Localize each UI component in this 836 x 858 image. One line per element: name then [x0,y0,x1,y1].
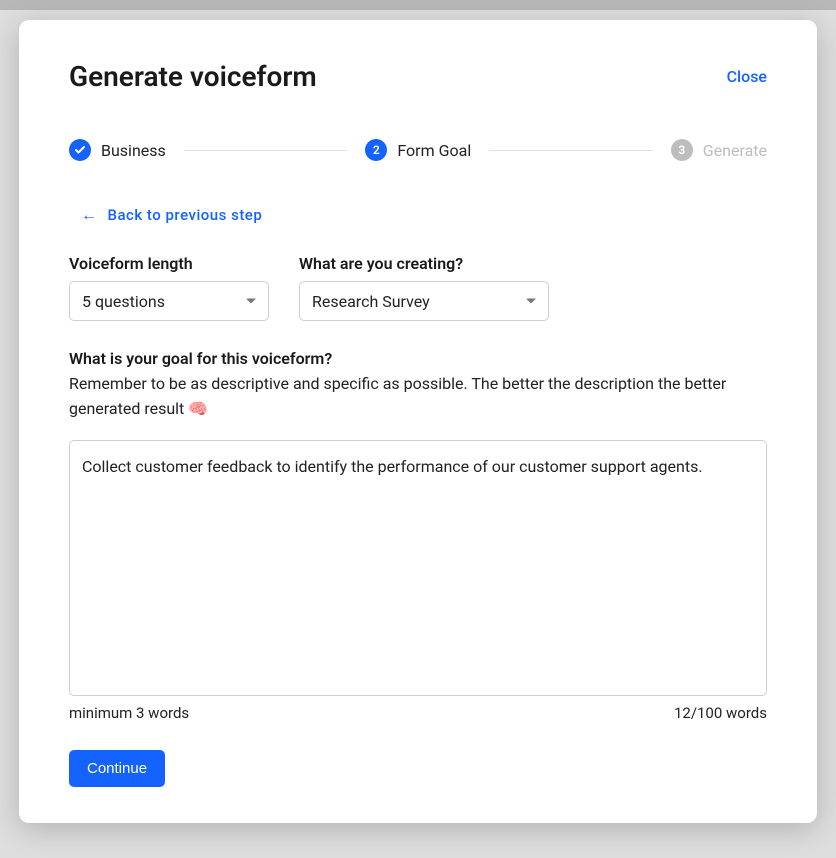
goal-min-hint: minimum 3 words [69,704,189,722]
stepper: Business 2 Form Goal 3 Generate [69,139,767,161]
length-label: Voiceform length [69,254,269,273]
type-select[interactable]: Research Survey [299,281,549,321]
type-label: What are you creating? [299,254,549,273]
length-select-value: 5 questions [82,292,165,311]
step-label: Form Goal [397,141,471,160]
step-form-goal: 2 Form Goal [365,139,471,161]
close-button[interactable]: Close [727,67,767,86]
goal-textarea-wrap [69,440,767,696]
step-number-icon: 2 [365,139,387,161]
step-label: Business [101,141,166,160]
step-label: Generate [703,141,767,160]
back-button[interactable]: ← Back to previous step [81,206,262,224]
continue-button[interactable]: Continue [69,750,165,787]
length-select[interactable]: 5 questions [69,281,269,321]
modal-title: Generate voiceform [69,60,317,93]
chevron-down-icon [246,299,256,304]
step-generate: 3 Generate [671,139,767,161]
goal-title: What is your goal for this voiceform? [69,349,767,368]
goal-word-counter: 12/100 words [674,704,767,722]
generate-voiceform-modal: Generate voiceform Close Business 2 Form… [19,20,817,823]
arrow-left-icon: ← [81,207,98,223]
length-field-group: Voiceform length 5 questions [69,254,269,321]
step-divider [489,150,653,151]
goal-helper-row: minimum 3 words 12/100 words [69,704,767,722]
check-icon [69,139,91,161]
goal-textarea[interactable] [82,455,754,681]
form-row: Voiceform length 5 questions What are yo… [69,254,767,321]
modal-header: Generate voiceform Close [69,60,767,93]
step-number-icon: 3 [671,139,693,161]
window-topbar [0,0,836,10]
type-field-group: What are you creating? Research Survey [299,254,549,321]
step-business[interactable]: Business [69,139,166,161]
type-select-value: Research Survey [312,292,430,311]
chevron-down-icon [526,299,536,304]
goal-description: Remember to be as descriptive and specif… [69,372,767,422]
back-label: Back to previous step [108,206,263,224]
step-divider [184,150,348,151]
goal-section: What is your goal for this voiceform? Re… [69,349,767,722]
